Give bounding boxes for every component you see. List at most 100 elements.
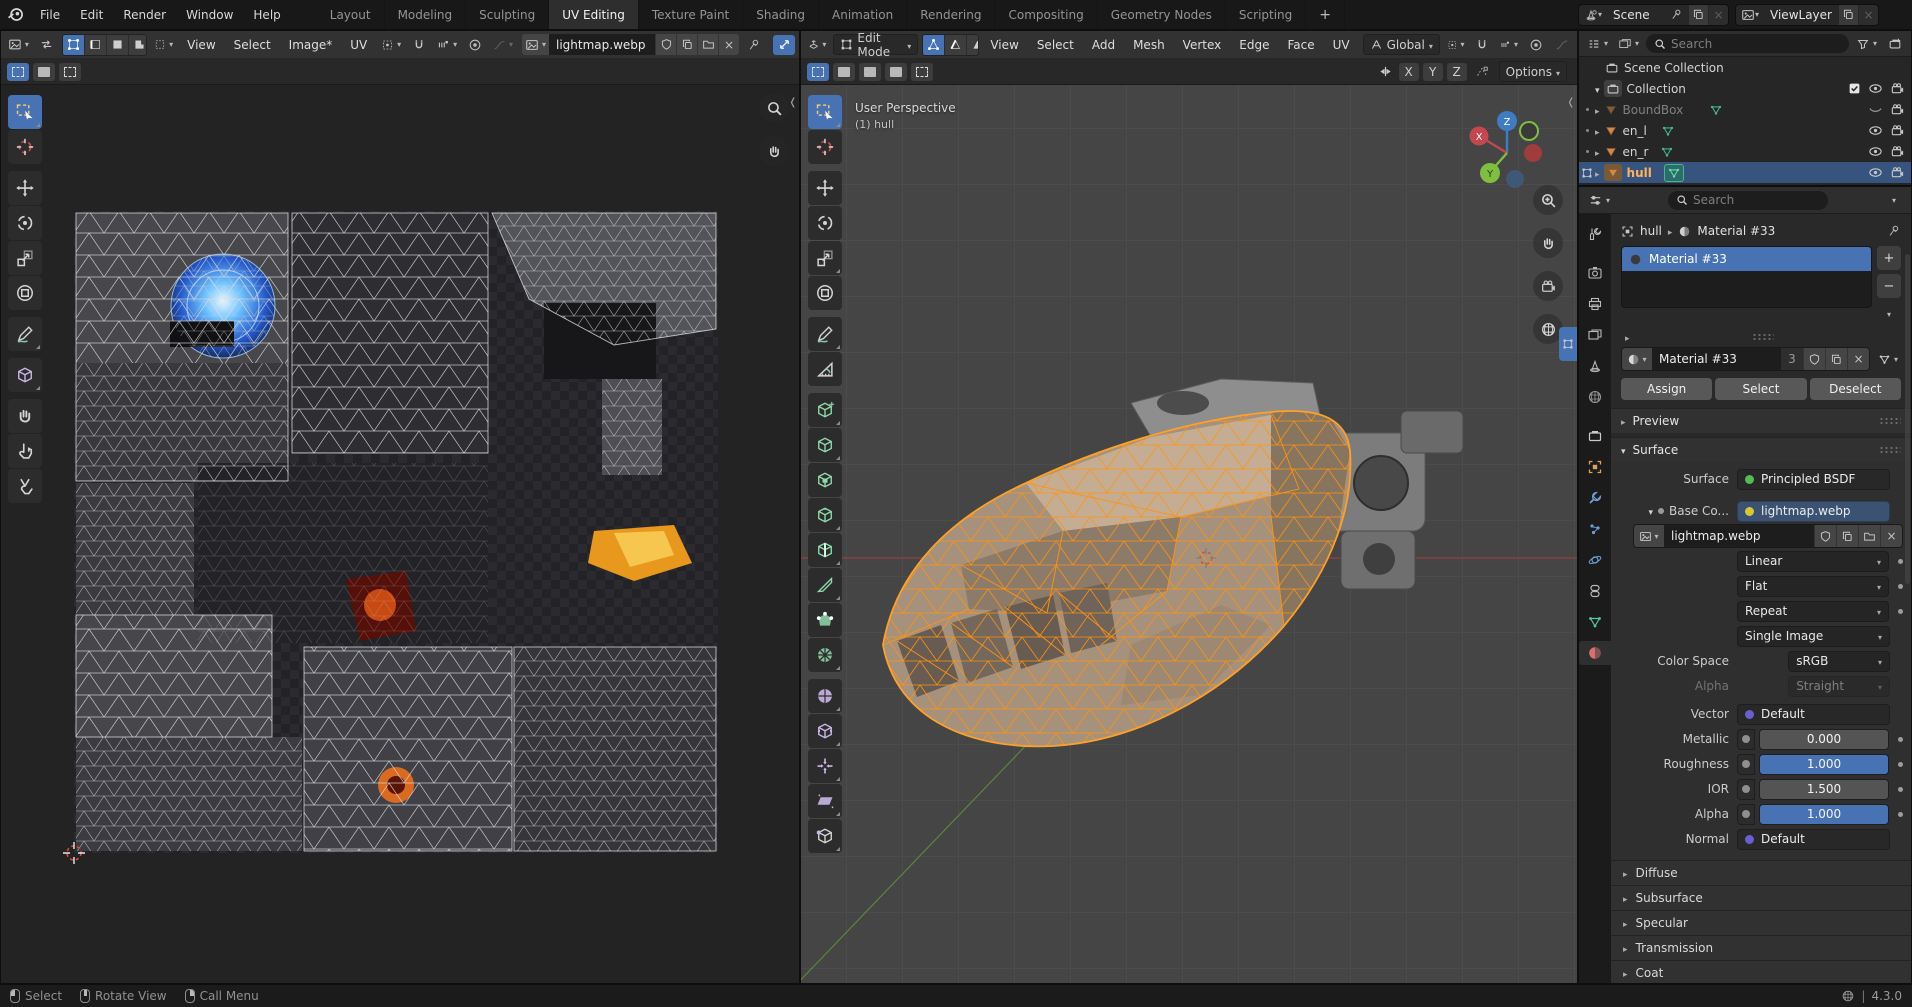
uv-select-mode-vertex[interactable] <box>63 35 85 55</box>
uv-image-open-icon[interactable] <box>697 34 718 55</box>
vp-menu-edge[interactable]: Edge <box>1232 34 1276 56</box>
uv-tool-relax-brush[interactable] <box>8 434 42 468</box>
collection-checkbox[interactable] <box>1848 82 1861 95</box>
tab-collection[interactable] <box>1579 424 1611 448</box>
uv-proportional-falloff-dropdown[interactable] <box>490 35 516 55</box>
vp-menu-add[interactable]: Add <box>1085 34 1122 56</box>
hull-hide-eye-icon[interactable] <box>1868 165 1883 180</box>
vp-tool-scale[interactable] <box>808 241 842 275</box>
vp-zoom-icon[interactable] <box>1533 185 1563 215</box>
en-l-name[interactable]: en_l <box>1623 124 1647 138</box>
tab-material[interactable] <box>1579 641 1611 665</box>
collection-hide-eye-icon[interactable] <box>1868 81 1883 96</box>
vp-tool-knife[interactable] <box>808 568 842 602</box>
projection-dropdown[interactable]: Flat <box>1737 576 1889 597</box>
uv-tool-annotate[interactable] <box>8 317 42 351</box>
uv-image-unlink-icon[interactable] <box>718 34 739 55</box>
outliner-row-hull[interactable]: hull <box>1579 162 1911 183</box>
tab-rendering[interactable]: Rendering <box>907 0 995 29</box>
uv-image-copy-icon[interactable] <box>676 34 697 55</box>
uv-image-browse-icon[interactable] <box>522 34 549 55</box>
outliner-row-collection[interactable]: Collection <box>1579 78 1911 99</box>
tab-uv-editing[interactable]: UV Editing <box>549 0 639 29</box>
snap-magnet-icon[interactable] <box>1471 35 1493 55</box>
collection-expand-icon[interactable] <box>1595 82 1600 96</box>
tab-scene[interactable] <box>1579 354 1611 378</box>
uv-snap-magnet-icon[interactable] <box>408 35 430 55</box>
metallic-socket-icon[interactable] <box>1737 729 1755 750</box>
vp-tool-rip-region[interactable] <box>808 819 842 853</box>
uv-select-mode-island[interactable] <box>129 35 147 55</box>
image-unlink-icon[interactable] <box>1880 525 1902 547</box>
material-users-count[interactable]: 3 <box>1781 348 1803 370</box>
uv-tool-pinch-brush[interactable] <box>8 469 42 503</box>
menu-edit[interactable]: Edit <box>70 0 113 29</box>
menu-help[interactable]: Help <box>243 0 290 29</box>
vp-menu-face[interactable]: Face <box>1280 34 1321 56</box>
vp-select-extend-button[interactable] <box>833 63 855 81</box>
surface-panel-grip[interactable] <box>1879 446 1901 454</box>
options-dropdown[interactable]: Options <box>1499 61 1567 82</box>
slot-list-resize-grip[interactable] <box>1752 333 1774 341</box>
vp-tool-cursor[interactable] <box>808 130 842 164</box>
roughness-slider[interactable]: 1.000 <box>1759 754 1889 775</box>
tab-render[interactable] <box>1579 261 1611 285</box>
new-collection-icon[interactable] <box>1884 34 1906 54</box>
material-name-field[interactable]: Material #33 <box>1652 348 1781 370</box>
tab-world[interactable] <box>1579 385 1611 409</box>
uv-zoom-icon[interactable] <box>759 93 789 123</box>
extension-keyframe-dot[interactable] <box>1898 609 1903 614</box>
projection-keyframe-dot[interactable] <box>1898 584 1903 589</box>
uv-menu-uv[interactable]: UV <box>343 34 374 56</box>
vp-select-new-button[interactable] <box>807 63 829 81</box>
uv-select-new-button[interactable] <box>7 63 29 81</box>
outliner-row-scene-collection[interactable]: Scene Collection <box>1579 57 1911 78</box>
tab-output[interactable] <box>1579 292 1611 316</box>
boundbox-name[interactable]: BoundBox <box>1623 103 1684 117</box>
image-browse-icon[interactable] <box>1634 525 1664 547</box>
blender-logo-icon[interactable] <box>0 6 30 23</box>
uv-select-mode-face[interactable] <box>107 35 129 55</box>
tab-sculpting[interactable]: Sculpting <box>466 0 549 29</box>
vp-tool-transform[interactable] <box>808 276 842 310</box>
ior-slider[interactable]: 1.500 <box>1759 779 1889 800</box>
viewlayer-name[interactable]: ViewLayer <box>1764 8 1838 22</box>
collection-render-camera-icon[interactable] <box>1890 81 1905 96</box>
base-color-expand-icon[interactable] <box>1648 504 1653 518</box>
scene-name[interactable]: Scene <box>1607 8 1665 22</box>
pin-icon[interactable] <box>1665 5 1688 25</box>
en-r-expand-icon[interactable] <box>1595 145 1600 159</box>
select-mode-face[interactable] <box>967 35 979 55</box>
uv-select-mode-edge[interactable] <box>85 35 107 55</box>
viewport-canvas[interactable]: User Perspective (1) hull Z X Y <box>801 85 1577 983</box>
outliner-row-en-l[interactable]: en_l <box>1579 120 1911 141</box>
vp-sidebar-collapse-icon[interactable]: ❬ <box>1567 97 1575 108</box>
panel-subsurface[interactable]: Subsurface <box>1611 885 1911 910</box>
scene-selector[interactable]: Scene <box>1578 4 1729 26</box>
viewlayer-icon[interactable] <box>1736 5 1764 25</box>
deselect-button[interactable]: Deselect <box>1810 378 1901 400</box>
image-copy-icon[interactable] <box>1836 525 1858 547</box>
ior-keyframe-dot[interactable] <box>1898 787 1903 792</box>
normal-field[interactable]: Default <box>1737 829 1890 850</box>
material-slot-list[interactable]: Material #33 <box>1621 246 1872 308</box>
metallic-slider[interactable]: 0.000 <box>1759 729 1889 750</box>
vector-field[interactable]: Default <box>1737 704 1890 725</box>
uv-sync-view-icon[interactable] <box>773 35 795 55</box>
vp-tool-add-cube[interactable] <box>808 393 842 427</box>
properties-search[interactable] <box>1668 191 1828 210</box>
vp-camera-view-icon[interactable] <box>1533 271 1563 301</box>
vp-tool-inset-faces[interactable] <box>808 463 842 497</box>
outliner-row-boundbox[interactable]: BoundBox <box>1579 99 1911 120</box>
vp-menu-view[interactable]: View <box>983 34 1025 56</box>
vp-sidebar-tab[interactable] <box>1559 327 1577 361</box>
source-dropdown[interactable]: Single Image <box>1737 626 1890 647</box>
alpha-slider[interactable]: 1.000 <box>1759 804 1889 825</box>
orientation-dropdown[interactable]: Global <box>1363 34 1440 55</box>
preview-panel-header[interactable]: Preview <box>1611 408 1911 433</box>
tab-object-data[interactable] <box>1579 610 1611 634</box>
outliner-search-input[interactable] <box>1671 37 1841 51</box>
uv-image-pin-icon[interactable] <box>743 35 765 55</box>
alpha-mode-dropdown[interactable]: Straight <box>1788 676 1890 697</box>
ior-socket-icon[interactable] <box>1737 779 1755 800</box>
